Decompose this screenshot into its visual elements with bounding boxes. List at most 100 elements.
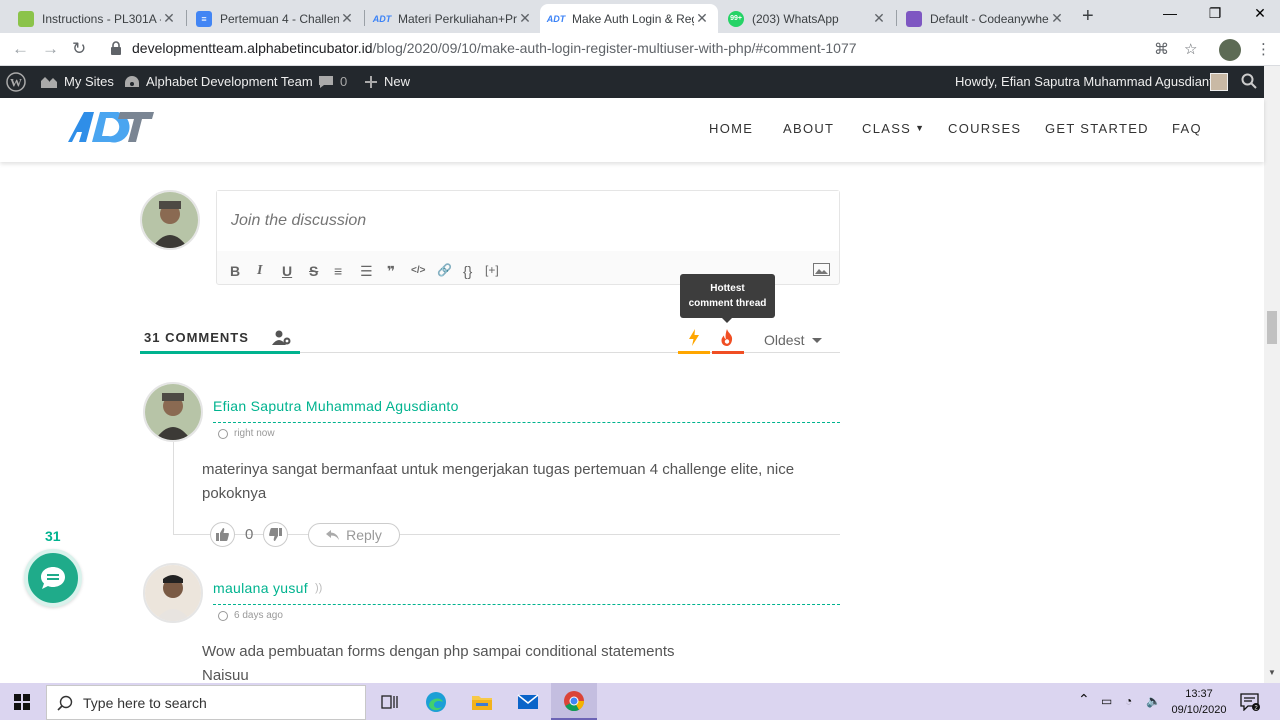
comment-avatar[interactable] <box>143 563 203 623</box>
close-tab-icon[interactable]: ✕ <box>339 10 355 27</box>
search-icon[interactable] <box>1241 73 1257 89</box>
back-icon[interactable]: ← <box>12 39 29 59</box>
subscribe-icon[interactable] <box>272 330 292 346</box>
code-block-icon[interactable]: {} <box>463 263 472 279</box>
image-upload-icon[interactable] <box>813 263 830 276</box>
lightning-icon[interactable] <box>688 329 700 346</box>
nav-about[interactable]: ABOUT <box>783 121 834 136</box>
close-tab-icon[interactable]: ✕ <box>694 10 710 27</box>
comment-author[interactable]: maulana yusuf <box>213 580 308 596</box>
thumbs-up-icon <box>216 528 229 541</box>
newest-underline <box>678 351 710 354</box>
profile-avatar[interactable] <box>1219 39 1241 61</box>
close-tab-icon[interactable]: ✕ <box>871 10 887 27</box>
menu-dots-icon[interactable]: ⋮ <box>1256 40 1271 58</box>
reply-button[interactable]: Reply <box>308 523 400 547</box>
new-label: New <box>384 74 411 89</box>
comments-count-label: 0 <box>340 74 348 89</box>
battery-icon[interactable]: ▭ <box>1101 694 1112 708</box>
tab-materi[interactable]: ADT Materi Perkuliahan+Pra ✕ <box>366 4 541 33</box>
taskbar-search[interactable]: Type here to search <box>46 685 366 720</box>
bold-icon[interactable]: B <box>230 263 240 279</box>
fire-icon[interactable] <box>720 329 734 346</box>
wifi-icon[interactable]: ◔ <box>1125 694 1132 708</box>
scroll-down-arrow-icon[interactable]: ▼ <box>1268 668 1276 677</box>
comments-menu[interactable]: 0 <box>318 74 347 89</box>
nav-courses[interactable]: COURSES <box>948 121 1021 136</box>
docs-favicon-icon: ≡ <box>196 10 212 27</box>
unordered-list-icon[interactable]: ☰ <box>360 263 373 280</box>
link-icon[interactable]: 🔗 <box>437 263 452 277</box>
browser-tab-strip: Instructions - PL301A - ✕ ≡ Pertemuan 4 … <box>0 0 1280 33</box>
nav-faq[interactable]: FAQ <box>1172 121 1202 136</box>
upvote-button[interactable] <box>210 522 235 547</box>
main-content: B I U S ≡ ☰ ❞ </> 🔗 {} [+] Hottest comme… <box>0 162 1264 683</box>
classroom-favicon-icon <box>18 10 34 27</box>
comment-timestamp[interactable]: 6 days ago <box>218 610 283 621</box>
plus-icon <box>365 75 377 88</box>
restore-icon[interactable]: ❐ <box>1205 5 1225 22</box>
close-tab-icon[interactable]: ✕ <box>1049 10 1065 27</box>
new-tab-icon[interactable]: + <box>1082 5 1094 28</box>
spoiler-icon[interactable]: [+] <box>485 263 499 277</box>
address-bar-url[interactable]: developmentteam.alphabetincubator.id/blo… <box>132 40 857 56</box>
quote-icon[interactable]: ❞ <box>387 263 395 280</box>
tab-make-auth[interactable]: ADT Make Auth Login & Reg ✕ <box>540 4 718 33</box>
tray-chevron-up-icon[interactable]: ⌃ <box>1078 691 1090 708</box>
wp-user-avatar[interactable] <box>1210 73 1228 91</box>
close-window-icon[interactable]: ✕ <box>1250 5 1270 22</box>
code-icon[interactable]: </> <box>411 265 425 276</box>
adt-favicon-icon: ADT <box>372 13 392 24</box>
comment-author[interactable]: Efian Saputra Muhammad Agusdianto <box>213 398 459 414</box>
strikethrough-icon[interactable]: S <box>309 263 318 279</box>
comment-input[interactable] <box>217 191 839 251</box>
taskbar-clock[interactable]: 13:37 09/10/2020 <box>1166 686 1232 718</box>
page-scrollbar[interactable] <box>1264 66 1280 683</box>
site-logo[interactable] <box>66 108 156 144</box>
close-tab-icon[interactable]: ✕ <box>161 10 177 27</box>
nav-home[interactable]: HOME <box>709 121 753 136</box>
translate-icon[interactable]: ⌘ <box>1154 40 1169 58</box>
tab-divider <box>896 10 897 26</box>
mail-icon[interactable] <box>505 683 551 720</box>
comment-avatar[interactable] <box>143 382 203 442</box>
my-sites-menu[interactable]: My Sites <box>40 74 114 89</box>
nav-class[interactable]: CLASS ▼ <box>862 121 925 136</box>
forward-icon[interactable]: → <box>42 39 59 59</box>
minimize-icon[interactable]: — <box>1160 5 1180 21</box>
tab-divider <box>364 10 365 26</box>
tab-pertemuan[interactable]: ≡ Pertemuan 4 - Challeng ✕ <box>188 4 363 33</box>
wordpress-logo-icon[interactable]: W <box>6 72 32 92</box>
reload-icon[interactable]: ↻ <box>72 39 86 59</box>
rss-icon[interactable]: )) <box>315 582 322 594</box>
edge-icon[interactable] <box>413 683 459 720</box>
file-explorer-icon[interactable] <box>459 683 505 720</box>
comment-timestamp[interactable]: right now <box>218 428 275 439</box>
site-name-menu[interactable]: Alphabet Development Team <box>124 74 313 89</box>
task-view-icon[interactable] <box>367 683 413 720</box>
italic-icon[interactable]: I <box>257 263 262 279</box>
underline-icon[interactable]: U <box>282 263 292 279</box>
tab-codeanywhere[interactable]: Default - Codeanywhere ✕ <box>898 4 1073 33</box>
nav-get-started[interactable]: GET STARTED <box>1045 121 1149 136</box>
tab-whatsapp[interactable]: 99+ (203) WhatsApp ✕ <box>720 4 895 33</box>
howdy-user[interactable]: Howdy, Efian Saputra Muhammad Agusdianto <box>955 74 1220 89</box>
clock-icon <box>218 610 228 621</box>
comment-bubble-icon <box>319 75 333 88</box>
tab-instructions[interactable]: Instructions - PL301A - ✕ <box>10 4 185 33</box>
comments-count-tab[interactable]: 31 COMMENTS <box>144 330 249 345</box>
scrollbar-thumb[interactable] <box>1267 311 1277 344</box>
new-content-menu[interactable]: New <box>364 74 410 89</box>
sort-dropdown[interactable]: Oldest <box>764 332 823 348</box>
downvote-button[interactable] <box>263 522 288 547</box>
windows-start-icon[interactable] <box>14 694 30 710</box>
bookmark-star-icon[interactable]: ☆ <box>1184 40 1197 58</box>
notification-center-icon[interactable]: 2 <box>1240 693 1260 711</box>
chrome-icon[interactable] <box>551 683 597 720</box>
close-tab-icon[interactable]: ✕ <box>517 10 533 27</box>
lock-icon[interactable] <box>110 41 122 55</box>
comments-bubble-button[interactable] <box>24 549 82 607</box>
volume-icon[interactable]: 🔈 <box>1146 694 1161 708</box>
ordered-list-icon[interactable]: ≡ <box>334 263 342 279</box>
clock-date: 09/10/2020 <box>1171 704 1227 716</box>
